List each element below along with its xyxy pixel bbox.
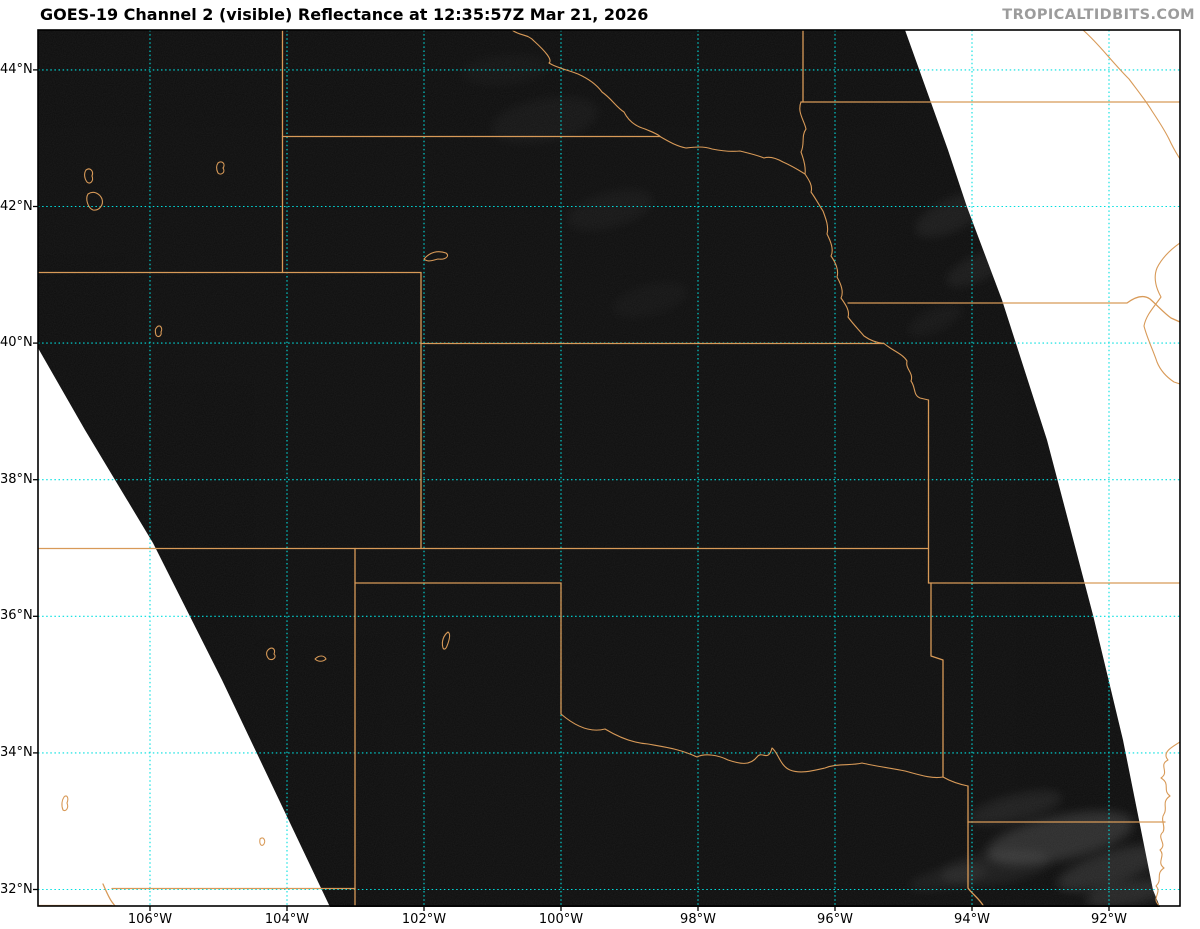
lon-tick-label-92w: 92°W	[1077, 912, 1141, 928]
lat-tick-label-42n: 42°N	[0, 199, 32, 215]
lon-tick-label-102w: 102°W	[392, 912, 456, 928]
lat-tick-label-44n: 44°N	[0, 62, 32, 78]
goes-satellite-image: GOES-19 Channel 2 (visible) Reflectance …	[0, 0, 1200, 929]
lon-tick-label-98w: 98°W	[666, 912, 730, 928]
lon-tick-label-96w: 96°W	[803, 912, 867, 928]
lat-tick-label-40n: 40°N	[0, 335, 32, 351]
lon-tick-label-106w: 106°W	[118, 912, 182, 928]
lat-tick-label-34n: 34°N	[0, 745, 32, 761]
lon-tick-label-94w: 94°W	[940, 912, 1004, 928]
satellite-map-canvas	[0, 0, 1200, 929]
lat-tick-label-38n: 38°N	[0, 472, 32, 488]
lat-tick-label-36n: 36°N	[0, 608, 32, 624]
lon-tick-label-100w: 100°W	[529, 912, 593, 928]
lat-tick-label-32n: 32°N	[0, 882, 32, 898]
lon-tick-label-104w: 104°W	[255, 912, 319, 928]
